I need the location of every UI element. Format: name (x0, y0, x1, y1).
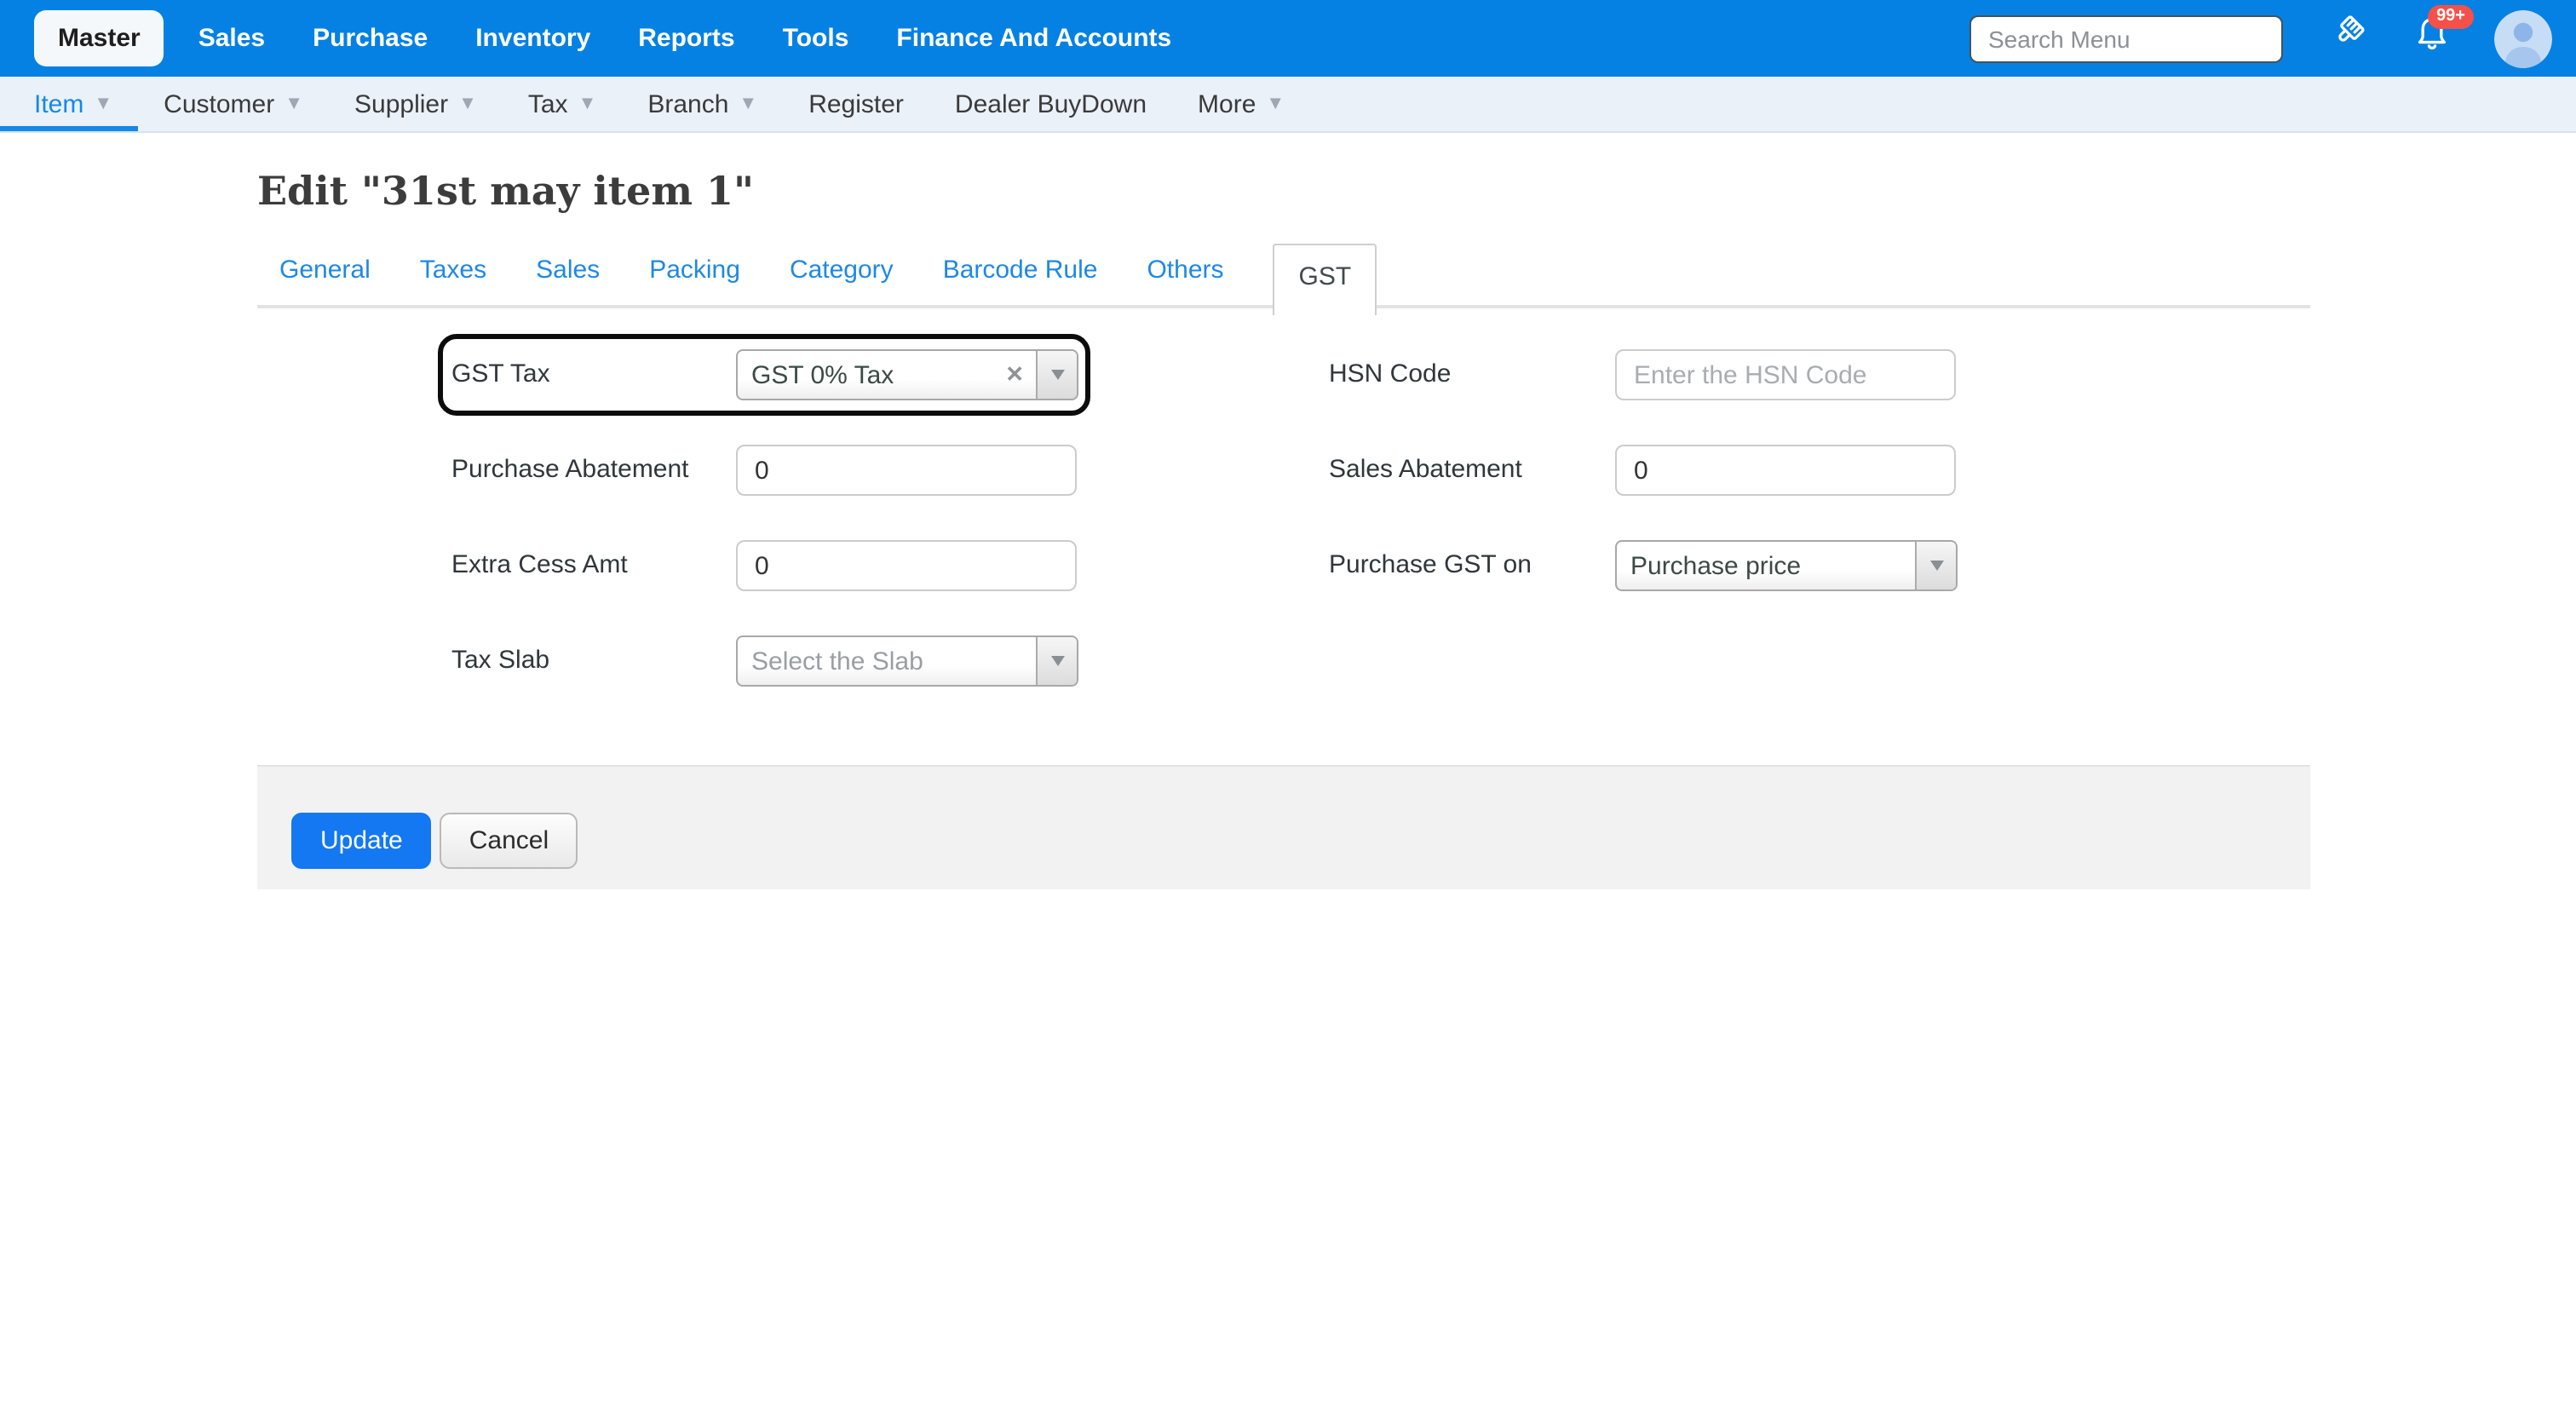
tab-taxes[interactable]: Taxes (420, 240, 486, 305)
edit-item-tabbar: General Taxes Sales Packing Category Bar… (257, 240, 2310, 308)
gst-tax-select[interactable]: GST 0% Tax ✕ (736, 349, 1078, 400)
subnav-item-label: Item (34, 89, 83, 118)
subnav-item-dealer-buydown[interactable]: Dealer BuyDown (929, 77, 1172, 131)
form-row-tax-slab: Tax Slab Select the Slab (257, 635, 2310, 687)
chevron-down-icon: ▼ (458, 94, 477, 114)
notification-count-badge: 99+ (2428, 4, 2474, 28)
tab-sales[interactable]: Sales (536, 240, 600, 305)
hsn-code-input[interactable] (1615, 349, 1956, 400)
notifications-button[interactable]: 99+ (2409, 16, 2453, 60)
clear-selection-icon[interactable]: ✕ (993, 361, 1036, 388)
tab-packing[interactable]: Packing (649, 240, 740, 305)
purchase-gst-on-label: Purchase GST on (1329, 540, 1532, 591)
top-navbar: Master Sales Purchase Inventory Reports … (0, 0, 2576, 77)
tax-slab-label: Tax Slab (451, 635, 549, 687)
page-title: Edit "31st may item 1" (257, 169, 2310, 215)
chevron-down-icon (1050, 656, 1064, 666)
gst-tax-dropdown-arrow[interactable] (1036, 351, 1077, 399)
form-action-bar: Update Cancel (257, 765, 2310, 889)
purchase-abatement-label: Purchase Abatement (451, 445, 689, 496)
subnav-item-register[interactable]: Register (783, 77, 929, 131)
form-row-gst-tax-hsn: GST Tax GST 0% Tax ✕ HSN Code (257, 349, 2310, 400)
form-row-abatements: Purchase Abatement Sales Abatement (257, 445, 2310, 496)
purchase-gst-on-select[interactable]: Purchase price (1615, 540, 1958, 591)
main-content: Edit "31st may item 1" General Taxes Sal… (257, 169, 2310, 889)
topnav-item-purchase[interactable]: Purchase (289, 0, 451, 77)
tab-barcode-rule[interactable]: Barcode Rule (943, 240, 1098, 305)
subnav-item-tax[interactable]: Tax ▼ (503, 77, 622, 131)
gst-form: GST Tax GST 0% Tax ✕ HSN Code Purchase A… (257, 349, 2310, 687)
sales-abatement-label: Sales Abatement (1329, 445, 1522, 496)
subnav-item-more[interactable]: More ▼ (1172, 77, 1310, 131)
cancel-button[interactable]: Cancel (440, 813, 578, 869)
purchase-gst-on-selected-value: Purchase price (1617, 551, 1915, 580)
paintbrush-icon (2324, 12, 2368, 65)
search-menu-input[interactable] (1969, 14, 2283, 62)
gst-tax-selected-value: GST 0% Tax (738, 360, 993, 389)
chevron-down-icon: ▼ (1266, 94, 1285, 114)
subnav-item-label: Supplier (354, 89, 448, 118)
subnav-item-label: Register (808, 89, 904, 118)
theme-paintbrush-button[interactable] (2324, 16, 2368, 60)
chevron-down-icon: ▼ (739, 94, 757, 114)
tax-slab-select[interactable]: Select the Slab (736, 635, 1078, 687)
subnav-item-label: Dealer BuyDown (955, 89, 1147, 118)
purchase-abatement-input[interactable] (736, 445, 1077, 496)
user-avatar[interactable] (2494, 9, 2552, 67)
subnav-item-item[interactable]: Item ▼ (0, 77, 138, 131)
update-button[interactable]: Update (291, 813, 432, 869)
chevron-down-icon (1929, 561, 1943, 571)
subnav-item-supplier[interactable]: Supplier ▼ (329, 77, 503, 131)
subnav-item-label: Branch (647, 89, 728, 118)
topnav-item-sales[interactable]: Sales (175, 0, 289, 77)
subnav-item-label: More (1198, 89, 1256, 118)
tab-general[interactable]: General (279, 240, 371, 305)
tab-gst-active[interactable]: GST (1274, 244, 1377, 315)
topnav-item-reports[interactable]: Reports (614, 0, 758, 77)
chevron-down-icon: ▼ (578, 94, 597, 114)
form-row-cess-gst-on: Extra Cess Amt Purchase GST on Purchase … (257, 540, 2310, 591)
tax-slab-placeholder: Select the Slab (738, 647, 1036, 676)
subnav-item-customer[interactable]: Customer ▼ (138, 77, 329, 131)
subnav-item-branch[interactable]: Branch ▼ (622, 77, 783, 131)
topnav-item-tools[interactable]: Tools (759, 0, 873, 77)
chevron-down-icon (1050, 370, 1064, 380)
purchase-gst-on-dropdown-arrow[interactable] (1915, 542, 1956, 589)
topnav-right-cluster: 99+ (1969, 9, 2552, 67)
app-window: Master Sales Purchase Inventory Reports … (0, 0, 2576, 1426)
sub-navbar: Item ▼ Customer ▼ Supplier ▼ Tax ▼ Branc… (0, 77, 2576, 133)
topnav-item-inventory[interactable]: Inventory (451, 0, 614, 77)
tax-slab-dropdown-arrow[interactable] (1036, 637, 1077, 685)
chevron-down-icon: ▼ (94, 94, 112, 114)
subnav-item-label: Tax (528, 89, 568, 118)
hsn-code-label: HSN Code (1329, 349, 1451, 400)
tab-category[interactable]: Category (790, 240, 894, 305)
chevron-down-icon: ▼ (285, 94, 303, 114)
extra-cess-amt-input[interactable] (736, 540, 1077, 591)
extra-cess-amt-label: Extra Cess Amt (451, 540, 628, 591)
topnav-item-finance-and-accounts[interactable]: Finance And Accounts (872, 0, 1195, 77)
subnav-item-label: Customer (164, 89, 274, 118)
gst-tax-label: GST Tax (451, 349, 550, 400)
tab-others[interactable]: Others (1147, 240, 1223, 305)
topnav-item-master[interactable]: Master (34, 10, 164, 66)
sales-abatement-input[interactable] (1615, 445, 1956, 496)
